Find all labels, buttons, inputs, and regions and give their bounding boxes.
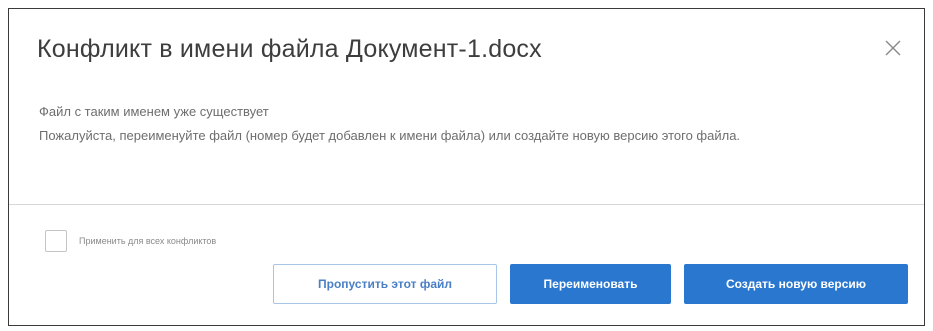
create-new-version-button[interactable]: Создать новую версию [684,264,908,304]
apply-all-checkbox[interactable] [45,230,67,252]
message-line-2: Пожалуйста, переименуйте файл (номер буд… [39,128,741,143]
dialog-title: Конфликт в имени файла Документ-1.docx [37,35,542,63]
apply-all-row: Применить для всех конфликтов [45,230,216,252]
dialog-actions: Пропустить этот файл Переименовать Созда… [273,264,908,304]
skip-file-button[interactable]: Пропустить этот файл [273,264,497,304]
rename-button[interactable]: Переименовать [510,264,671,304]
conflict-dialog: Конфликт в имени файла Документ-1.docx Ф… [8,8,925,326]
close-icon [885,40,901,56]
close-button[interactable] [882,37,904,59]
message-line-1: Файл с таким именем уже существует [39,104,269,119]
dialog-header: Конфликт в имени файла Документ-1.docx [9,9,924,85]
apply-all-label: Применить для всех конфликтов [79,236,217,246]
dialog-message: Файл с таким именем уже существует Пожал… [39,101,894,147]
divider [9,204,924,205]
